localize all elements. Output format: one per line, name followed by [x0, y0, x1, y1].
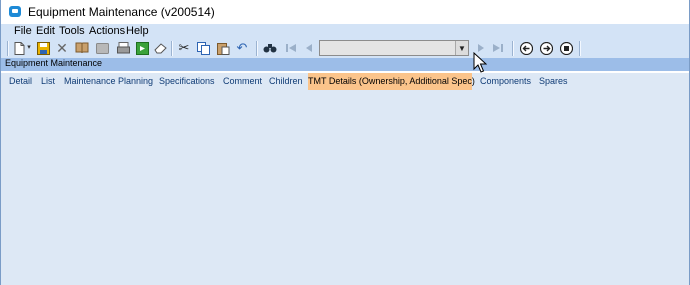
window-title: Equipment Maintenance (v200514) [28, 5, 215, 19]
tab-components[interactable]: Components [480, 73, 531, 90]
menu-bar: File Edit Tools Actions Help [1, 24, 689, 39]
toolbar-separator [171, 41, 173, 56]
blank-icon[interactable] [95, 41, 109, 55]
new-icon[interactable] [12, 41, 26, 55]
copy-record-icon[interactable] [135, 41, 149, 55]
title-bar: Equipment Maintenance (v200514) [1, 0, 689, 24]
back-icon[interactable] [519, 41, 533, 55]
toolbar: ▾ ✕ ✂ ↶ ▼ [1, 39, 689, 59]
new-dropdown-icon[interactable]: ▾ [25, 41, 33, 55]
tab-comment[interactable]: Comment [223, 73, 262, 90]
print-icon[interactable] [116, 41, 130, 55]
toolbar-separator [512, 41, 514, 56]
tab-children[interactable]: Children [269, 73, 303, 90]
copy-icon[interactable] [196, 41, 210, 55]
tab-tmt-details[interactable]: TMT Details (Ownership, Additional Spec) [308, 73, 475, 90]
last-record-icon[interactable] [491, 41, 505, 55]
mouse-cursor-icon [473, 52, 487, 73]
tab-spares[interactable]: Spares [539, 73, 568, 90]
record-selector[interactable]: ▼ [319, 40, 469, 56]
stop-icon[interactable] [559, 41, 573, 55]
first-record-icon[interactable] [284, 41, 298, 55]
menu-help[interactable]: Help [126, 25, 149, 37]
eraser-icon[interactable] [153, 41, 167, 55]
form-header: Equipment Maintenance [1, 58, 689, 71]
app-icon [9, 6, 21, 17]
menu-edit[interactable]: Edit [36, 25, 55, 37]
previous-record-icon[interactable] [302, 41, 316, 55]
paste-icon[interactable] [216, 41, 230, 55]
toolbar-separator [256, 41, 258, 56]
delete-icon[interactable]: ✕ [55, 41, 69, 55]
toolbar-separator [7, 41, 9, 56]
tab-list[interactable]: List [41, 73, 55, 90]
toolbar-separator [579, 41, 581, 56]
content-area[interactable] [1, 90, 689, 285]
menu-actions[interactable]: Actions [89, 25, 125, 37]
tab-bar: Detail List Maintenance Planning Specifi… [1, 73, 689, 90]
tab-detail[interactable]: Detail [9, 73, 32, 90]
menu-file[interactable]: File [14, 25, 32, 37]
cut-icon[interactable]: ✂ [177, 41, 191, 55]
forward-icon[interactable] [539, 41, 553, 55]
tab-maintenance-planning[interactable]: Maintenance Planning [64, 73, 153, 90]
form-title: Equipment Maintenance [5, 58, 103, 68]
chevron-down-icon[interactable]: ▼ [455, 41, 468, 55]
tab-specifications[interactable]: Specifications [159, 73, 215, 90]
save-icon[interactable] [36, 41, 50, 55]
open-book-icon[interactable] [75, 41, 89, 55]
undo-icon[interactable]: ↶ [235, 41, 249, 55]
menu-tools[interactable]: Tools [59, 25, 85, 37]
find-icon[interactable] [263, 41, 277, 55]
app-window: Equipment Maintenance (v200514) File Edi… [0, 0, 690, 285]
